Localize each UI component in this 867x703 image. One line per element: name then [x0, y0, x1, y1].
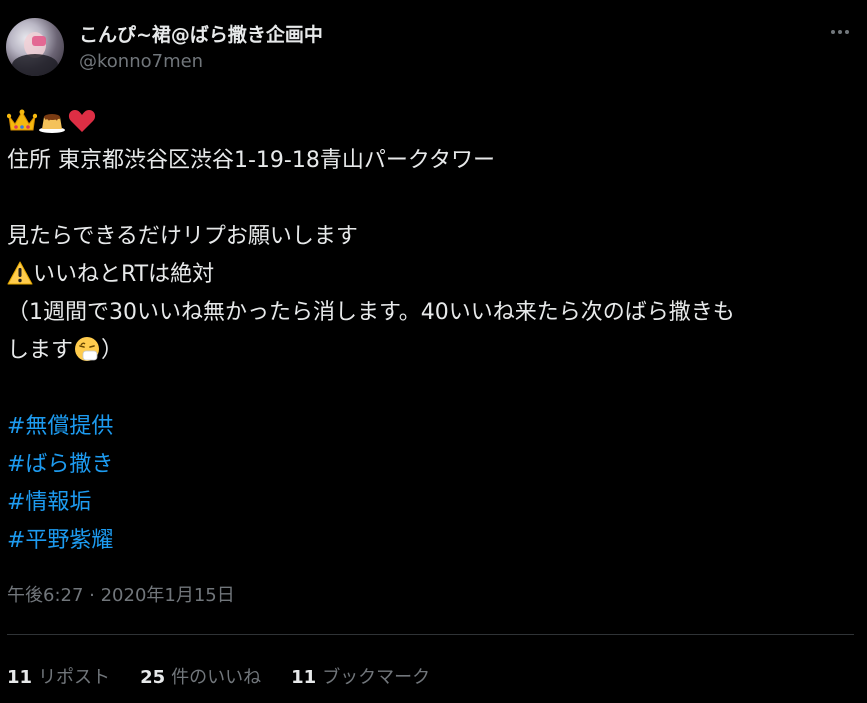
avatar-shoulder-shape — [12, 54, 58, 76]
more-dots-icon — [831, 30, 835, 34]
user-handle[interactable]: @konno7men — [79, 51, 203, 72]
note-line-2: します ） — [7, 332, 852, 370]
hashtag-line: #ばら撒き — [7, 446, 852, 484]
rule-text: いいねとRTは絶対 — [33, 262, 215, 287]
crown-icon — [7, 108, 37, 134]
hashtag-line: #平野紫耀 — [7, 522, 852, 560]
retweets-stat[interactable]: 11 リポスト — [7, 663, 110, 689]
avatar[interactable] — [6, 18, 64, 76]
retweets-count: 11 — [7, 667, 33, 688]
note-line-1: （1週間で30いいね無かったら消します。40いいね来たら次のばら撒きも — [7, 300, 735, 325]
hashtag-line: #情報垢 — [7, 484, 852, 522]
hashtag-link[interactable]: #平野紫耀 — [7, 528, 113, 553]
tweet-body: 住所 東京都渋谷区渋谷1-19-18青山パークタワー 見たらできるだけリプお願い… — [7, 104, 852, 560]
likes-count: 25 — [140, 667, 166, 688]
note-text: します — [7, 338, 74, 363]
rule-line: いいねとRTは絶対 — [7, 256, 852, 294]
pudding-icon — [37, 108, 67, 134]
note-text-close: ） — [101, 338, 124, 363]
bookmarks-count: 11 — [291, 667, 317, 688]
warning-icon — [7, 261, 33, 285]
retweets-label: リポスト — [38, 667, 111, 688]
hashtag-line: #無償提供 — [7, 408, 852, 446]
hashtag-link[interactable]: #無償提供 — [7, 414, 113, 439]
hashtag-link[interactable]: #情報垢 — [7, 490, 91, 515]
tweet-timestamp[interactable]: 午後6:27 · 2020年1月15日 — [7, 581, 235, 607]
divider — [7, 634, 854, 635]
heart-icon — [67, 108, 97, 134]
tweet: こんぴ~裙@ばら撒き企画中 @konno7men 住所 東京都渋谷区渋谷1-19… — [0, 0, 867, 703]
more-options-button[interactable] — [822, 20, 858, 44]
likes-label: 件のいいね — [171, 667, 262, 688]
display-name[interactable]: こんぴ~裙@ばら撒き企画中 — [79, 20, 323, 47]
address-line: 住所 東京都渋谷区渋谷1-19-18青山パークタワー — [7, 148, 495, 173]
avatar-accent-shape — [32, 36, 46, 46]
request-line: 見たらできるだけリプお願いします — [7, 224, 358, 249]
likes-stat[interactable]: 25 件のいいね — [140, 663, 261, 689]
more-dots-icon — [845, 30, 849, 34]
bookmarks-stat[interactable]: 11 ブックマーク — [291, 663, 430, 689]
bookmarks-label: ブックマーク — [322, 667, 431, 688]
more-dots-icon — [838, 30, 842, 34]
sneezing-face-icon — [73, 335, 101, 363]
emoji-line — [7, 104, 852, 142]
hashtag-link[interactable]: #ばら撒き — [7, 452, 113, 477]
engagement-stats: 11 リポスト 25 件のいいね 11 ブックマーク — [7, 663, 430, 689]
